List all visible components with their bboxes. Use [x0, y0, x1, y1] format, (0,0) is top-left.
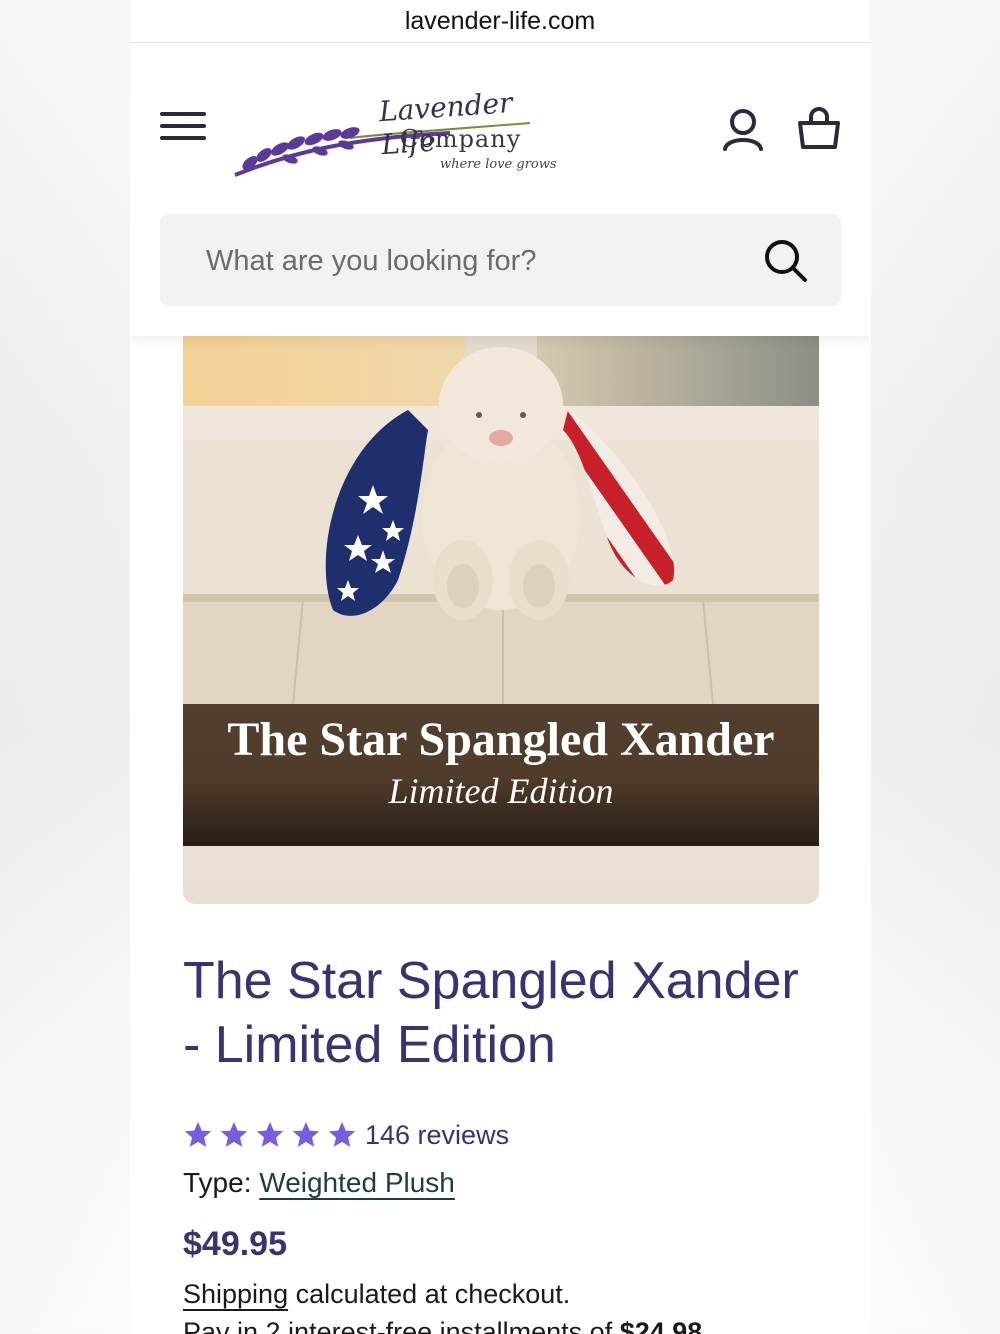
search-input[interactable] [204, 214, 748, 308]
reviews-count[interactable]: 146 reviews [365, 1120, 509, 1151]
web-page: Lavender Life Company where love grows W… [130, 42, 871, 1334]
hamburger-menu-icon[interactable] [160, 107, 206, 147]
shipping-info: Shipping calculated at checkout. [183, 1279, 570, 1310]
installments-info: Pay in 2 interest-free installments of $… [183, 1317, 702, 1334]
star-icon [184, 1121, 212, 1147]
image-caption-title: The Star Spangled Xander [227, 713, 775, 766]
installments-amount: $24.98 [619, 1317, 703, 1334]
shipping-link[interactable]: Shipping [183, 1279, 288, 1309]
site-logo[interactable]: Lavender Life Company where love grows [230, 83, 560, 183]
product-rating[interactable]: 146 reviews [183, 1118, 509, 1152]
search-icon[interactable] [763, 238, 809, 284]
url-text: lavender-life.com [404, 6, 596, 35]
right-backdrop [870, 0, 1000, 1333]
account-icon[interactable] [718, 105, 768, 155]
product-title: The Star Spangled Xander - Limited Editi… [183, 952, 799, 1074]
star-icon [328, 1121, 356, 1147]
image-caption-subtitle: Limited Edition [388, 771, 614, 811]
product-image[interactable]: The Star Spangled Xander Limited Edition [183, 280, 819, 904]
star-icon [220, 1121, 248, 1147]
left-backdrop [0, 0, 130, 1333]
site-header: Lavender Life Company where love grows [130, 43, 871, 336]
installments-text: Pay in 2 interest-free installments of [183, 1317, 620, 1334]
logo-company: Company [400, 125, 522, 153]
shipping-note: calculated at checkout. [295, 1279, 571, 1309]
star-icon [292, 1121, 320, 1147]
type-link[interactable]: Weighted Plush [259, 1167, 455, 1198]
logo-tagline: where love grows [440, 157, 557, 172]
rating-stars [183, 1120, 357, 1150]
type-label: Type: [183, 1167, 252, 1198]
browser-url-bar[interactable]: lavender-life.com [0, 0, 1000, 42]
star-icon [256, 1121, 284, 1147]
product-type: Type: Weighted Plush [183, 1167, 455, 1199]
product-price: $49.95 [183, 1225, 287, 1263]
shopping-bag-icon[interactable] [794, 105, 844, 155]
search-bar [160, 214, 841, 308]
